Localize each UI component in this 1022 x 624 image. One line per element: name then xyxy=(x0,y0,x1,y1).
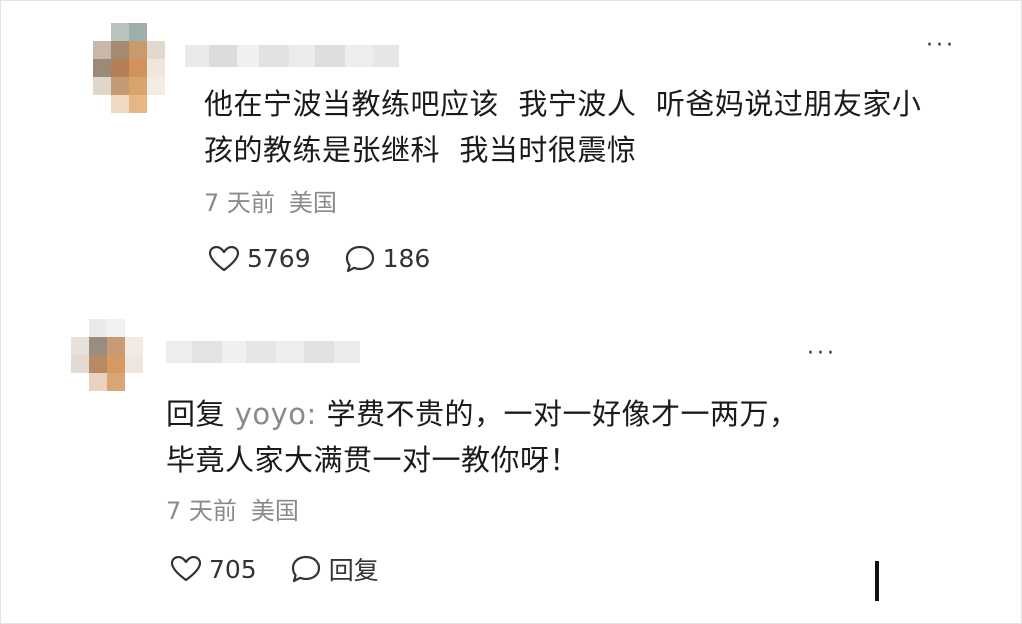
comment-text: 他在宁波当教练吧应该 我宁波人 听爸妈说过朋友家小 孩的教练是张继科 我当时很震… xyxy=(204,87,922,167)
comment-text: 回复 yoyo: 学费不贵的，一对一好像才一两万， 毕竟人家大满贯一对一教你呀！ xyxy=(166,391,866,483)
more-dots-icon[interactable]: ··· xyxy=(807,343,837,365)
location: 美国 xyxy=(250,497,299,525)
avatar[interactable] xyxy=(71,319,143,409)
like-button[interactable]: 5769 xyxy=(209,244,311,273)
comment-actions: 705 回复 xyxy=(171,551,413,587)
comment-list: ··· 他在宁波当教练吧应该 我宁波人 听爸妈说过朋友家小 孩的教练是张继科 我… xyxy=(0,0,1022,624)
reply-to-user[interactable]: yoyo: xyxy=(235,397,317,431)
like-count: 5769 xyxy=(247,244,311,273)
reply-button[interactable]: 回复 xyxy=(291,551,379,587)
text-cursor xyxy=(875,561,879,601)
reply-prefix: 回复 xyxy=(166,397,226,431)
more-dots-icon[interactable]: ··· xyxy=(926,35,956,57)
reply-button[interactable]: 186 xyxy=(345,244,431,273)
username-blurred[interactable] xyxy=(166,341,360,363)
comment-meta: 7 天前 美国 xyxy=(204,191,337,215)
reply-count: 186 xyxy=(382,244,431,273)
timestamp: 7 天前 xyxy=(204,189,275,217)
comment-bubble-icon xyxy=(345,245,374,272)
reply-label: 回复 xyxy=(328,556,379,585)
avatar[interactable] xyxy=(93,23,165,113)
timestamp: 7 天前 xyxy=(166,497,237,525)
like-button[interactable]: 705 xyxy=(171,555,257,584)
comment-actions: 5769 186 xyxy=(209,244,464,273)
username-blurred[interactable] xyxy=(185,45,399,67)
heart-icon xyxy=(209,245,239,271)
like-count: 705 xyxy=(209,554,257,584)
comment-bubble-icon xyxy=(291,555,320,583)
comment-meta: 7 天前 美国 xyxy=(166,499,299,523)
location: 美国 xyxy=(288,189,337,217)
heart-icon xyxy=(171,556,201,582)
comment-item: ··· 他在宁波当教练吧应该 我宁波人 听爸妈说过朋友家小 孩的教练是张继科 我… xyxy=(1,1,1022,301)
